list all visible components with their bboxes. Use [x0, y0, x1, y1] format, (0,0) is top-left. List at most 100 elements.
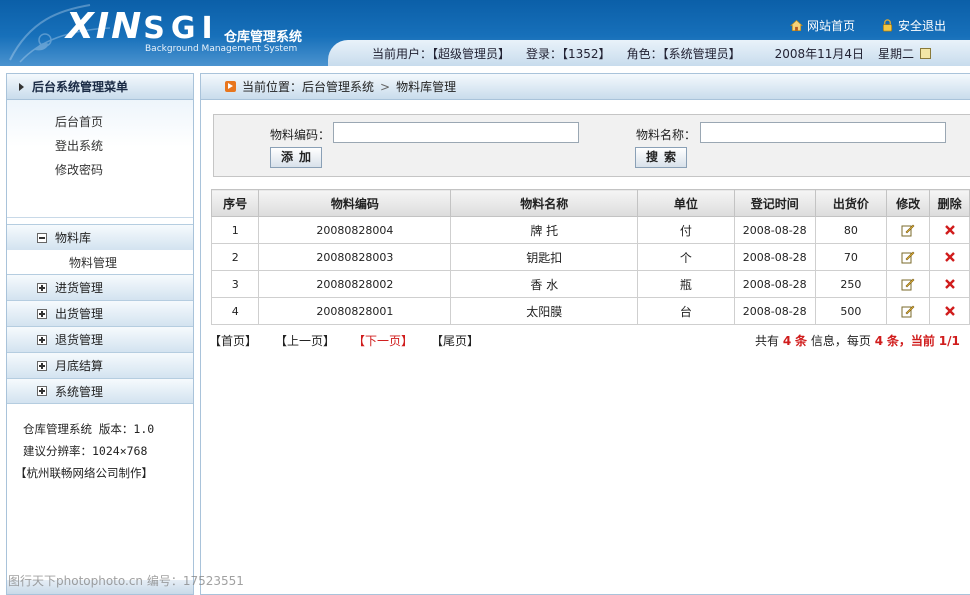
table-header-row: 序号 物料编码 物料名称 单位 登记时间 出货价 修改 删除: [210, 189, 970, 217]
collapse-icon: [37, 232, 47, 243]
cell-reg-date: 2008-08-28: [733, 270, 816, 298]
submenu-item-material-management[interactable]: 物料管理: [7, 250, 193, 274]
cell-unit: 瓶: [637, 270, 735, 298]
edit-icon[interactable]: [901, 304, 915, 318]
expand-icon: [37, 360, 47, 371]
credit-info: 【杭州联畅网络公司制作】: [15, 466, 153, 480]
page-info-per-page: 4: [874, 334, 884, 348]
add-button[interactable]: 添加: [270, 147, 322, 168]
last-page-link[interactable]: 【尾页】: [431, 332, 479, 349]
main-panel: 当前位置：后台管理系统 > 物料库管理 物料编码： 添加 物料名称： 搜索 序号…: [200, 73, 970, 595]
col-header-price: 出货价: [814, 189, 887, 217]
menu-item-shipment[interactable]: 出货管理: [7, 300, 193, 326]
material-name-label: 物料名称：: [636, 128, 697, 142]
logo-subtitle: Background Management System: [145, 44, 298, 54]
cell-name: 太阳膜: [450, 297, 639, 325]
col-header-delete: 删除: [929, 189, 970, 217]
menu-label: 物料库: [55, 231, 92, 245]
logo-chinese-title: 仓库管理系统: [224, 30, 303, 45]
cell-edit: [885, 243, 931, 271]
sidebar-footer: 仓库管理系统 版本：1.0 建议分辨率：1024×768 【杭州联畅网络公司制作…: [7, 404, 193, 484]
lock-icon: [882, 19, 893, 32]
cell-delete: [929, 270, 970, 298]
cell-code: 20080828001: [258, 297, 452, 325]
next-page-link[interactable]: 【下一页】: [353, 332, 413, 349]
expand-icon: [37, 334, 47, 345]
cell-unit: 个: [637, 243, 735, 271]
cell-index: 3: [210, 270, 260, 298]
first-page-link[interactable]: 【首页】: [209, 332, 257, 349]
version-info: 仓库管理系统 版本：1.0: [23, 422, 155, 436]
menu-label: 出货管理: [55, 307, 104, 321]
quick-links: 后台首页 登出系统 修改密码: [7, 100, 193, 218]
expand-icon: [37, 308, 47, 319]
edit-icon[interactable]: [901, 250, 915, 264]
resolution-info: 建议分辨率：1024×768: [23, 444, 148, 458]
page-info-current: 1/1: [938, 334, 960, 348]
cell-delete: [929, 216, 970, 244]
app-header: XINSGI Background Management System 仓库管理…: [0, 0, 970, 66]
menu-item-returns[interactable]: 退货管理: [7, 326, 193, 352]
page-info-unit: 条: [795, 334, 808, 348]
breadcrumb-current: 物料库管理: [396, 80, 457, 94]
cell-name: 钥匙扣: [450, 243, 639, 271]
prev-page-link[interactable]: 【上一页】: [275, 332, 335, 349]
page-info-total: 4: [782, 334, 792, 348]
delete-icon[interactable]: [943, 277, 957, 291]
search-button[interactable]: 搜索: [635, 147, 687, 168]
edit-icon[interactable]: [901, 277, 915, 291]
menu-label: 进货管理: [55, 281, 104, 295]
user-info-bar: 当前用户：【超级管理员】 登录：【1352】 角色：【系统管理员】 2008年1…: [328, 40, 970, 66]
logout-link[interactable]: 安全退出: [881, 17, 946, 34]
material-code-input[interactable]: [333, 122, 579, 143]
delete-icon[interactable]: [943, 304, 957, 318]
col-header-unit: 单位: [637, 189, 735, 217]
expand-icon: [37, 386, 47, 396]
edit-icon[interactable]: [901, 223, 915, 237]
caret-right-icon: [19, 82, 24, 91]
material-name-input[interactable]: [700, 122, 946, 143]
sidebar-header: 后台系统管理菜单: [7, 74, 193, 100]
logout-label: 安全退出: [897, 19, 946, 33]
cell-unit: 付: [637, 216, 735, 244]
expand-icon: [37, 282, 47, 293]
sidebar: 后台系统管理菜单 后台首页 登出系统 修改密码 物料库 物料管理 进货管理 出货…: [6, 73, 194, 595]
table-row: 3 20080828002 香 水 瓶 2008-08-28 250: [210, 270, 970, 298]
cell-code: 20080828002: [258, 270, 452, 298]
menu-label: 退货管理: [55, 333, 104, 347]
cell-price: 250: [814, 270, 887, 298]
cell-code: 20080828004: [258, 216, 452, 244]
cell-edit: [885, 216, 931, 244]
menu-item-purchase[interactable]: 进货管理: [7, 274, 193, 300]
logo-mark: XIN: [66, 6, 144, 47]
page-info-text: 信息，每页: [810, 334, 871, 348]
cell-reg-date: 2008-08-28: [733, 216, 816, 244]
site-home-link[interactable]: 网站首页: [789, 17, 855, 34]
menu-item-system[interactable]: 系统管理: [7, 378, 193, 404]
site-home-label: 网站首页: [806, 19, 855, 33]
col-header-reg-date: 登记时间: [733, 189, 816, 217]
quick-link-logout[interactable]: 登出系统: [55, 134, 193, 158]
cell-reg-date: 2008-08-28: [733, 297, 816, 325]
material-table: 序号 物料编码 物料名称 单位 登记时间 出货价 修改 删除 1 2008082…: [210, 189, 970, 325]
logo-mark-2: SGI: [143, 11, 219, 46]
cell-unit: 台: [637, 297, 735, 325]
search-panel: 物料编码： 添加 物料名称： 搜索: [213, 114, 970, 177]
calendar-icon[interactable]: [920, 47, 932, 59]
delete-icon[interactable]: [943, 223, 957, 237]
cell-delete: [929, 243, 970, 271]
menu-item-month-end[interactable]: 月底结算: [7, 352, 193, 378]
current-date: 2008年11月4日: [774, 46, 865, 61]
col-header-name: 物料名称: [450, 189, 639, 217]
material-code-label: 物料编码：: [270, 128, 331, 142]
quick-link-change-password[interactable]: 修改密码: [55, 158, 193, 182]
delete-icon[interactable]: [943, 250, 957, 264]
user-role: 角色：【系统管理员】: [626, 46, 741, 61]
quick-link-admin-home[interactable]: 后台首页: [55, 110, 193, 134]
menu-item-material-library[interactable]: 物料库: [7, 224, 193, 250]
cell-reg-date: 2008-08-28: [733, 243, 816, 271]
menu-label: 系统管理: [55, 384, 104, 399]
cell-name: 香 水: [450, 270, 639, 298]
cell-code: 20080828003: [258, 243, 452, 271]
page-info-unit2: 条，当前: [886, 334, 935, 348]
